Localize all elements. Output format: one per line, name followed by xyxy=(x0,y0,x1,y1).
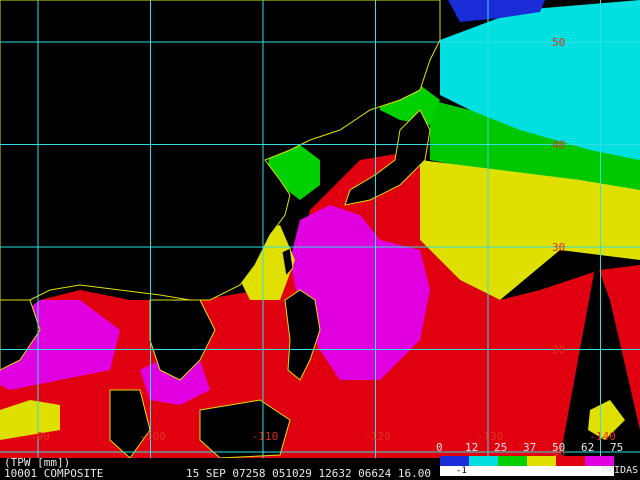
legend-tick-label: 37 xyxy=(523,441,537,454)
longitude-label: -120 xyxy=(364,430,391,443)
latitude-label: 40 xyxy=(552,139,565,152)
legend-tick-label: 25 xyxy=(494,441,508,454)
legend-color-swatch xyxy=(440,456,469,466)
legend-tick-label: 62 xyxy=(581,441,595,454)
legend-source-label: McIDAS xyxy=(602,465,639,476)
footer-product-label: 10001 COMPOSITE xyxy=(4,467,104,480)
legend-color-swatch xyxy=(469,456,498,466)
footer-timestamp: 15 SEP 07258 051029 12632 06624 16.00 xyxy=(186,467,432,480)
legend-tick-label: 50 xyxy=(552,441,566,454)
legend-tick-label: 0 xyxy=(436,441,443,454)
tpw-map: 5040302010 -90-100-110-120-130-140-150-1… xyxy=(0,0,640,458)
longitude-label: -90 xyxy=(30,430,50,443)
legend-color-swatch xyxy=(556,456,585,466)
latitude-label: 20 xyxy=(552,344,565,357)
legend-tick-label: 12 xyxy=(465,441,479,454)
legend-tick-label: 75 xyxy=(610,441,624,454)
latitude-label: 50 xyxy=(552,36,565,49)
color-legend: 0 12 25 37 50 62 75 -1 McIDAS xyxy=(436,442,640,480)
legend-color-swatch xyxy=(498,456,527,466)
legend-color-swatch xyxy=(527,456,556,466)
latitude-label: 30 xyxy=(552,241,565,254)
longitude-label: -100 xyxy=(139,430,166,443)
longitude-label: -110 xyxy=(252,430,279,443)
legend-sub-label: -1 xyxy=(456,466,467,476)
